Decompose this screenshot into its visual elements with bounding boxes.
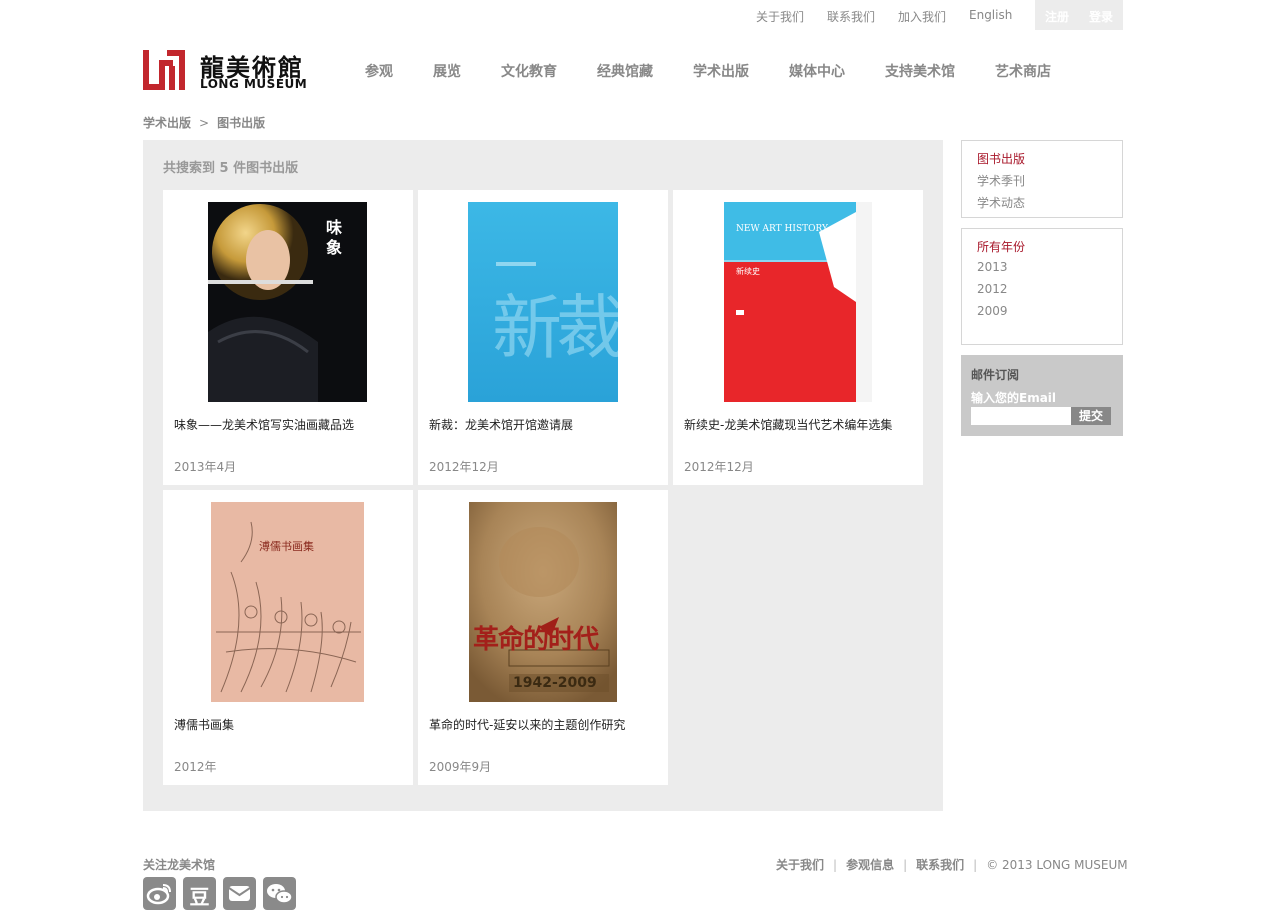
year-filter-box: 所有年份 2013 2012 2009	[961, 228, 1123, 345]
top-link-english[interactable]: English	[969, 8, 1012, 22]
top-links-bar: 关于我们 联系我们 加入我们 English 注册 登录	[0, 0, 1265, 30]
email-input[interactable]	[971, 407, 1071, 425]
category-quarterly[interactable]: 学术季刊	[977, 172, 1025, 189]
breadcrumb-current[interactable]: 图书出版	[217, 116, 265, 130]
breadcrumb-separator: >	[199, 116, 210, 130]
cover-title-text: 味象	[326, 218, 343, 257]
douban-icon[interactable]: 豆	[183, 877, 216, 910]
book-title[interactable]: 新裁：龙美术馆开馆邀请展	[429, 416, 573, 433]
cover-title-text: 溥儒书画集	[259, 540, 314, 553]
nav-exhibitions[interactable]: 展览	[433, 61, 461, 81]
results-panel: 共搜索到 5 件图书出版 味象 味象——龙美术馆写实油画藏品选 2013年4月	[143, 140, 943, 811]
book-date: 2013年4月	[174, 460, 237, 474]
book-title[interactable]: 味象——龙美术馆写实油画藏品选	[174, 416, 354, 433]
logo-english: LONG MUSEUM	[200, 77, 308, 91]
category-news[interactable]: 学术动态	[977, 194, 1025, 211]
year-2012[interactable]: 2012	[977, 282, 1008, 296]
book-card[interactable]: 溥儒书画集 溥儒书画集 2012年	[163, 490, 413, 785]
nav-support[interactable]: 支持美术馆	[885, 61, 955, 81]
footer-follow-label: 关注龙美术馆	[143, 858, 216, 872]
book-date: 2012年	[174, 760, 217, 774]
email-icon[interactable]	[223, 877, 256, 910]
newsletter-subscribe: 邮件订阅 输入您的Email 提交	[961, 355, 1123, 436]
year-all[interactable]: 所有年份	[977, 238, 1025, 255]
book-cover-image[interactable]: NEW ART HISTORY 新续史	[724, 202, 872, 402]
cover-title-text: 新裁	[492, 287, 618, 369]
footer-links: 关于我们 | 参观信息 | 联系我们 | © 2013 LONG MUSEUM	[776, 858, 1128, 872]
footer-link-visit-info[interactable]: 参观信息	[846, 858, 894, 872]
site-logo[interactable]: 龍美術館 LONG MUSEUM	[143, 48, 313, 92]
results-count: 共搜索到 5 件图书出版	[163, 161, 299, 176]
category-filter-box: 图书出版 学术季刊 学术动态	[961, 140, 1123, 218]
book-card[interactable]: NEW ART HISTORY 新续史 新续史-龙美术馆藏现当代艺术编年选集 2…	[673, 190, 923, 485]
book-date: 2012年12月	[429, 460, 499, 474]
subscribe-title: 邮件订阅	[971, 368, 1020, 382]
book-title[interactable]: 溥儒书画集	[174, 716, 234, 733]
wechat-icon[interactable]	[263, 877, 296, 910]
book-cover-image[interactable]: 溥儒书画集	[211, 502, 364, 702]
footer-copyright: © 2013 LONG MUSEUM	[986, 858, 1128, 872]
top-link-join[interactable]: 加入我们	[898, 8, 946, 25]
book-card[interactable]: 新裁 新裁：龙美术馆开馆邀请展 2012年12月	[418, 190, 668, 485]
book-date: 2009年9月	[429, 760, 492, 774]
nav-education[interactable]: 文化教育	[501, 61, 557, 81]
nav-shop[interactable]: 艺术商店	[995, 61, 1051, 81]
cover-subtitle-text: 1942-2009	[513, 675, 597, 691]
category-books[interactable]: 图书出版	[977, 150, 1025, 167]
book-cover-image[interactable]: 革命的时代 1942-2009	[469, 502, 617, 702]
nav-media[interactable]: 媒体中心	[789, 61, 845, 81]
book-card[interactable]: 革命的时代 1942-2009 革命的时代-延安以来的主题创作研究 2009年9…	[418, 490, 668, 785]
subscribe-label: 输入您的Email	[971, 391, 1057, 405]
book-cover-image[interactable]: 新裁	[468, 202, 618, 402]
login-link[interactable]: 登录	[1089, 8, 1113, 25]
book-title[interactable]: 革命的时代-延安以来的主题创作研究	[429, 716, 625, 733]
cover-subtitle-text: 新续史	[736, 267, 760, 276]
year-2013[interactable]: 2013	[977, 260, 1008, 274]
footer-link-contact[interactable]: 联系我们	[916, 858, 964, 872]
register-link[interactable]: 注册	[1045, 8, 1069, 25]
book-cover-image[interactable]: 味象	[208, 202, 367, 402]
nav-collection[interactable]: 经典馆藏	[597, 61, 653, 81]
cover-title-text: NEW ART HISTORY	[736, 224, 828, 234]
breadcrumb: 学术出版 > 图书出版	[143, 114, 265, 131]
breadcrumb-parent[interactable]: 学术出版	[143, 116, 191, 130]
weibo-icon[interactable]	[143, 877, 176, 910]
subscribe-submit-button[interactable]: 提交	[1071, 407, 1111, 425]
cover-title-text: 革命的时代	[473, 625, 599, 655]
top-link-about[interactable]: 关于我们	[756, 8, 804, 25]
douban-glyph: 豆	[189, 885, 210, 909]
book-title[interactable]: 新续史-龙美术馆藏现当代艺术编年选集	[684, 416, 892, 433]
book-card[interactable]: 味象 味象——龙美术馆写实油画藏品选 2013年4月	[163, 190, 413, 485]
book-date: 2012年12月	[684, 460, 754, 474]
footer-link-about[interactable]: 关于我们	[776, 858, 824, 872]
nav-visit[interactable]: 参观	[365, 61, 393, 81]
auth-box: 注册 登录	[1035, 0, 1123, 30]
year-2009[interactable]: 2009	[977, 304, 1008, 318]
nav-publications[interactable]: 学术出版	[693, 61, 749, 81]
logo-mark-icon	[143, 50, 185, 90]
top-link-contact[interactable]: 联系我们	[827, 8, 875, 25]
